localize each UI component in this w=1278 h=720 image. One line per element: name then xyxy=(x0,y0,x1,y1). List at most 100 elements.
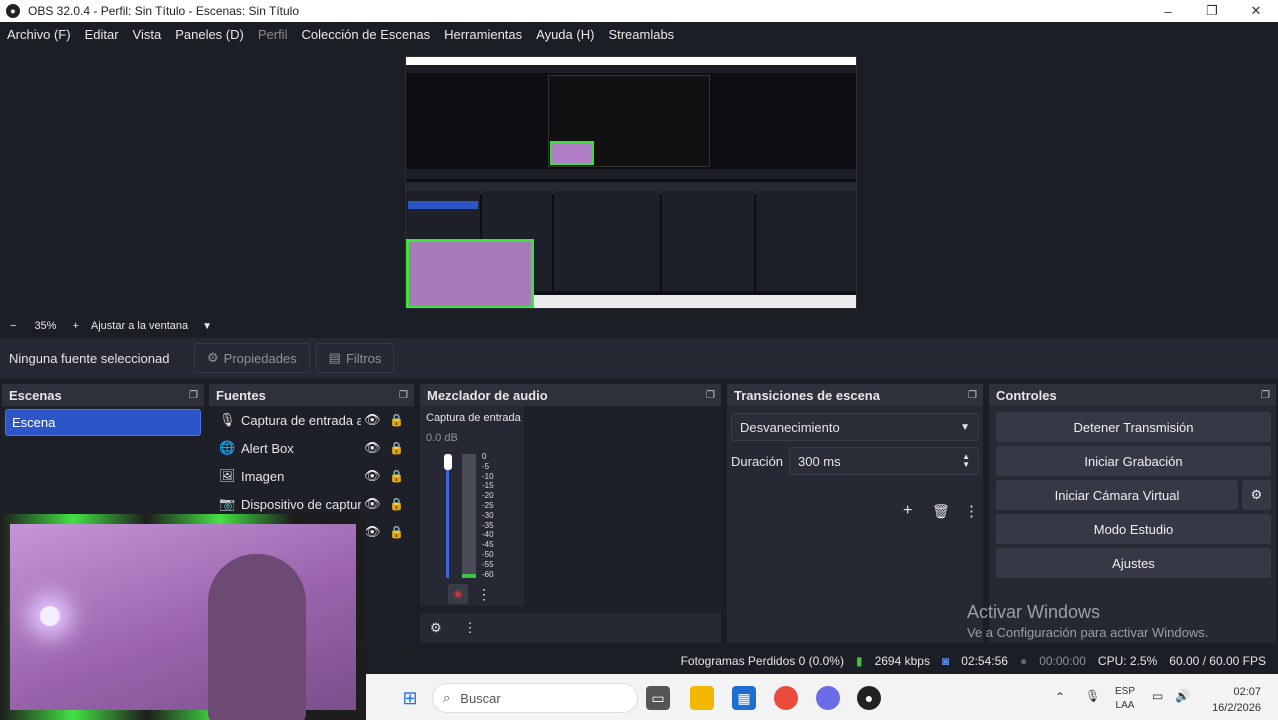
visibility-eye-icon[interactable]: 👁 xyxy=(364,496,381,512)
chevron-down-icon[interactable]: ▼ xyxy=(202,321,212,332)
source-label: Imagen xyxy=(241,468,285,484)
filters-button[interactable]: ▤ Filtros xyxy=(315,343,395,373)
clock[interactable]: 02:07 16/2/2026 xyxy=(1207,684,1261,716)
mixer-channel: Captura de entrada 0.0 dB 0 -5 -10 -15 -20 -2… xyxy=(420,406,524,606)
lock-icon[interactable]: 🔒 xyxy=(389,413,404,427)
chevron-up-icon[interactable]: ⌃ xyxy=(1055,690,1065,704)
close-button[interactable]: ✕ xyxy=(1234,0,1278,22)
menu-coleccion[interactable]: Colección de Escenas xyxy=(294,27,437,42)
windows-start-icon[interactable]: ⊞ xyxy=(398,686,422,710)
zoom-level: 35% xyxy=(34,320,57,332)
trash-icon[interactable]: 🗑 xyxy=(932,503,950,520)
visibility-eye-icon[interactable]: 👁 xyxy=(364,524,381,540)
meter-tick-label: -60 xyxy=(482,569,494,579)
obs-icon[interactable]: ● xyxy=(857,686,881,710)
meter-tick-label: -30 xyxy=(482,510,494,520)
undock-icon[interactable]: ❐ xyxy=(968,390,977,401)
activate-windows-watermark: Activar Windows Ve a Configuración para … xyxy=(967,602,1208,640)
lock-icon[interactable]: 🔒 xyxy=(389,497,404,511)
transition-selected: Desvanecimiento xyxy=(740,419,840,435)
properties-button[interactable]: ⚙ Propiedades xyxy=(194,343,310,373)
more-options-icon[interactable]: ⋮ xyxy=(464,620,477,636)
record-icon: ● xyxy=(1019,654,1028,668)
more-options-icon[interactable]: ⋮ xyxy=(964,502,979,520)
menu-vista[interactable]: Vista xyxy=(126,27,169,42)
stop-streaming-button[interactable]: Detener Transmisión xyxy=(996,412,1271,442)
lock-icon[interactable]: 🔒 xyxy=(389,441,404,455)
minimize-button[interactable]: – xyxy=(1146,0,1190,22)
level-meter xyxy=(462,454,476,578)
transitions-title: Transiciones de escena xyxy=(734,387,880,403)
zoom-in-button[interactable]: + xyxy=(72,320,78,332)
source-label: Dispositivo de captur xyxy=(241,496,361,512)
filter-icon: ▤ xyxy=(328,350,341,365)
maximize-button[interactable]: ❐ xyxy=(1190,0,1234,22)
menu-paneles[interactable]: Paneles (D) xyxy=(168,27,251,42)
transition-select[interactable]: Desvanecimiento ▼ xyxy=(731,413,979,441)
menu-ayuda[interactable]: Ayuda (H) xyxy=(529,27,601,42)
volume-slider-handle[interactable] xyxy=(444,454,452,470)
chevron-down-icon: ▼ xyxy=(960,421,970,433)
add-icon[interactable]: + xyxy=(903,502,912,520)
visibility-eye-icon[interactable]: 👁 xyxy=(364,440,381,456)
virtual-camera-settings-icon[interactable]: ⚙ xyxy=(1242,480,1271,510)
chrome-icon[interactable] xyxy=(774,686,798,710)
more-options-icon[interactable]: ⋮ xyxy=(476,584,492,604)
filters-label: Filtros xyxy=(345,350,382,366)
zoom-out-button[interactable]: − xyxy=(10,320,16,332)
signal-bars-icon: ▮ xyxy=(855,654,863,668)
microphone-icon[interactable]: 🎙 xyxy=(1085,689,1100,703)
source-item[interactable]: 🎙 Captura de entrada a 👁 🔒 xyxy=(209,406,414,434)
task-view-icon[interactable]: ▭ xyxy=(646,686,670,710)
undock-icon[interactable]: ❐ xyxy=(1261,390,1270,401)
network-icon[interactable]: ▭ xyxy=(1152,689,1163,703)
store-icon[interactable]: ▦ xyxy=(732,686,756,710)
undock-icon[interactable]: ❐ xyxy=(189,390,198,401)
menu-perfil[interactable]: Perfil xyxy=(251,27,295,42)
microphone-icon: 🎙 xyxy=(219,412,236,427)
source-toolbar: Ninguna fuente seleccionad ⚙ Propiedades… xyxy=(0,338,1278,378)
source-item[interactable]: 🖼 Imagen 👁 🔒 xyxy=(209,462,414,490)
dropped-frames: Fotogramas Perdidos 0 (0.0%) xyxy=(680,654,844,668)
transitions-dock: Transiciones de escena ❐ Desvanecimiento … xyxy=(727,384,983,643)
scene-item[interactable]: Escena xyxy=(5,409,201,436)
discord-icon[interactable] xyxy=(816,686,840,710)
undock-icon[interactable]: ❐ xyxy=(399,390,408,401)
lock-icon[interactable]: 🔒 xyxy=(389,469,404,483)
start-virtual-camera-button[interactable]: Iniciar Cámara Virtual xyxy=(996,480,1238,510)
source-item[interactable]: 🌐 Alert Box 👁 🔒 xyxy=(209,434,414,462)
taskbar-search[interactable]: ⌕ Buscar xyxy=(432,683,638,713)
keyboard-layout: LAA xyxy=(1115,700,1135,711)
visibility-eye-icon[interactable]: 👁 xyxy=(364,468,381,484)
volume-slider-track[interactable] xyxy=(446,454,449,578)
audio-mixer-dock: Mezclador de audio ❐ Captura de entrada 0… xyxy=(420,384,721,643)
watermark-title: Activar Windows xyxy=(967,602,1101,622)
undock-icon[interactable]: ❐ xyxy=(706,390,715,401)
studio-mode-button[interactable]: Modo Estudio xyxy=(996,514,1271,544)
file-explorer-icon[interactable] xyxy=(690,686,714,710)
mixer-settings-icon[interactable]: ⚙ xyxy=(430,620,442,636)
volume-icon[interactable]: 🔊 xyxy=(1175,689,1190,703)
menu-archivo[interactable]: Archivo (F) xyxy=(0,27,78,42)
visibility-eye-icon[interactable]: 👁 xyxy=(364,412,381,428)
menu-streamlabs[interactable]: Streamlabs xyxy=(601,27,681,42)
duration-input[interactable]: 300 ms ▲ ▼ xyxy=(789,447,979,475)
language-indicator[interactable]: ESP LAA xyxy=(1115,685,1135,713)
mute-icon[interactable]: ◉ xyxy=(448,584,468,604)
search-icon: ⌕ xyxy=(443,690,451,705)
settings-button[interactable]: Ajustes xyxy=(996,548,1271,578)
start-recording-button[interactable]: Iniciar Grabación xyxy=(996,446,1271,476)
menu-editar[interactable]: Editar xyxy=(78,27,126,42)
meter-tick-label: -20 xyxy=(482,491,494,501)
meter-tick-label: -5 xyxy=(482,461,490,471)
lock-icon[interactable]: 🔒 xyxy=(389,525,404,539)
watermark-subtitle: Ve a Configuración para activar Windows. xyxy=(967,625,1209,640)
fit-to-window-label[interactable]: Ajustar a la ventana xyxy=(91,320,188,332)
duration-value: 300 ms xyxy=(798,453,841,469)
preview-canvas[interactable] xyxy=(405,56,857,309)
spin-arrows-icon[interactable]: ▲ ▼ xyxy=(962,453,970,469)
stream-icon: ◙ xyxy=(941,654,950,668)
camera-icon: 📷 xyxy=(219,496,236,511)
status-bar: Fotogramas Perdidos 0 (0.0%) ▮ 2694 kbps… xyxy=(366,648,1278,674)
menu-herramientas[interactable]: Herramientas xyxy=(437,27,529,42)
